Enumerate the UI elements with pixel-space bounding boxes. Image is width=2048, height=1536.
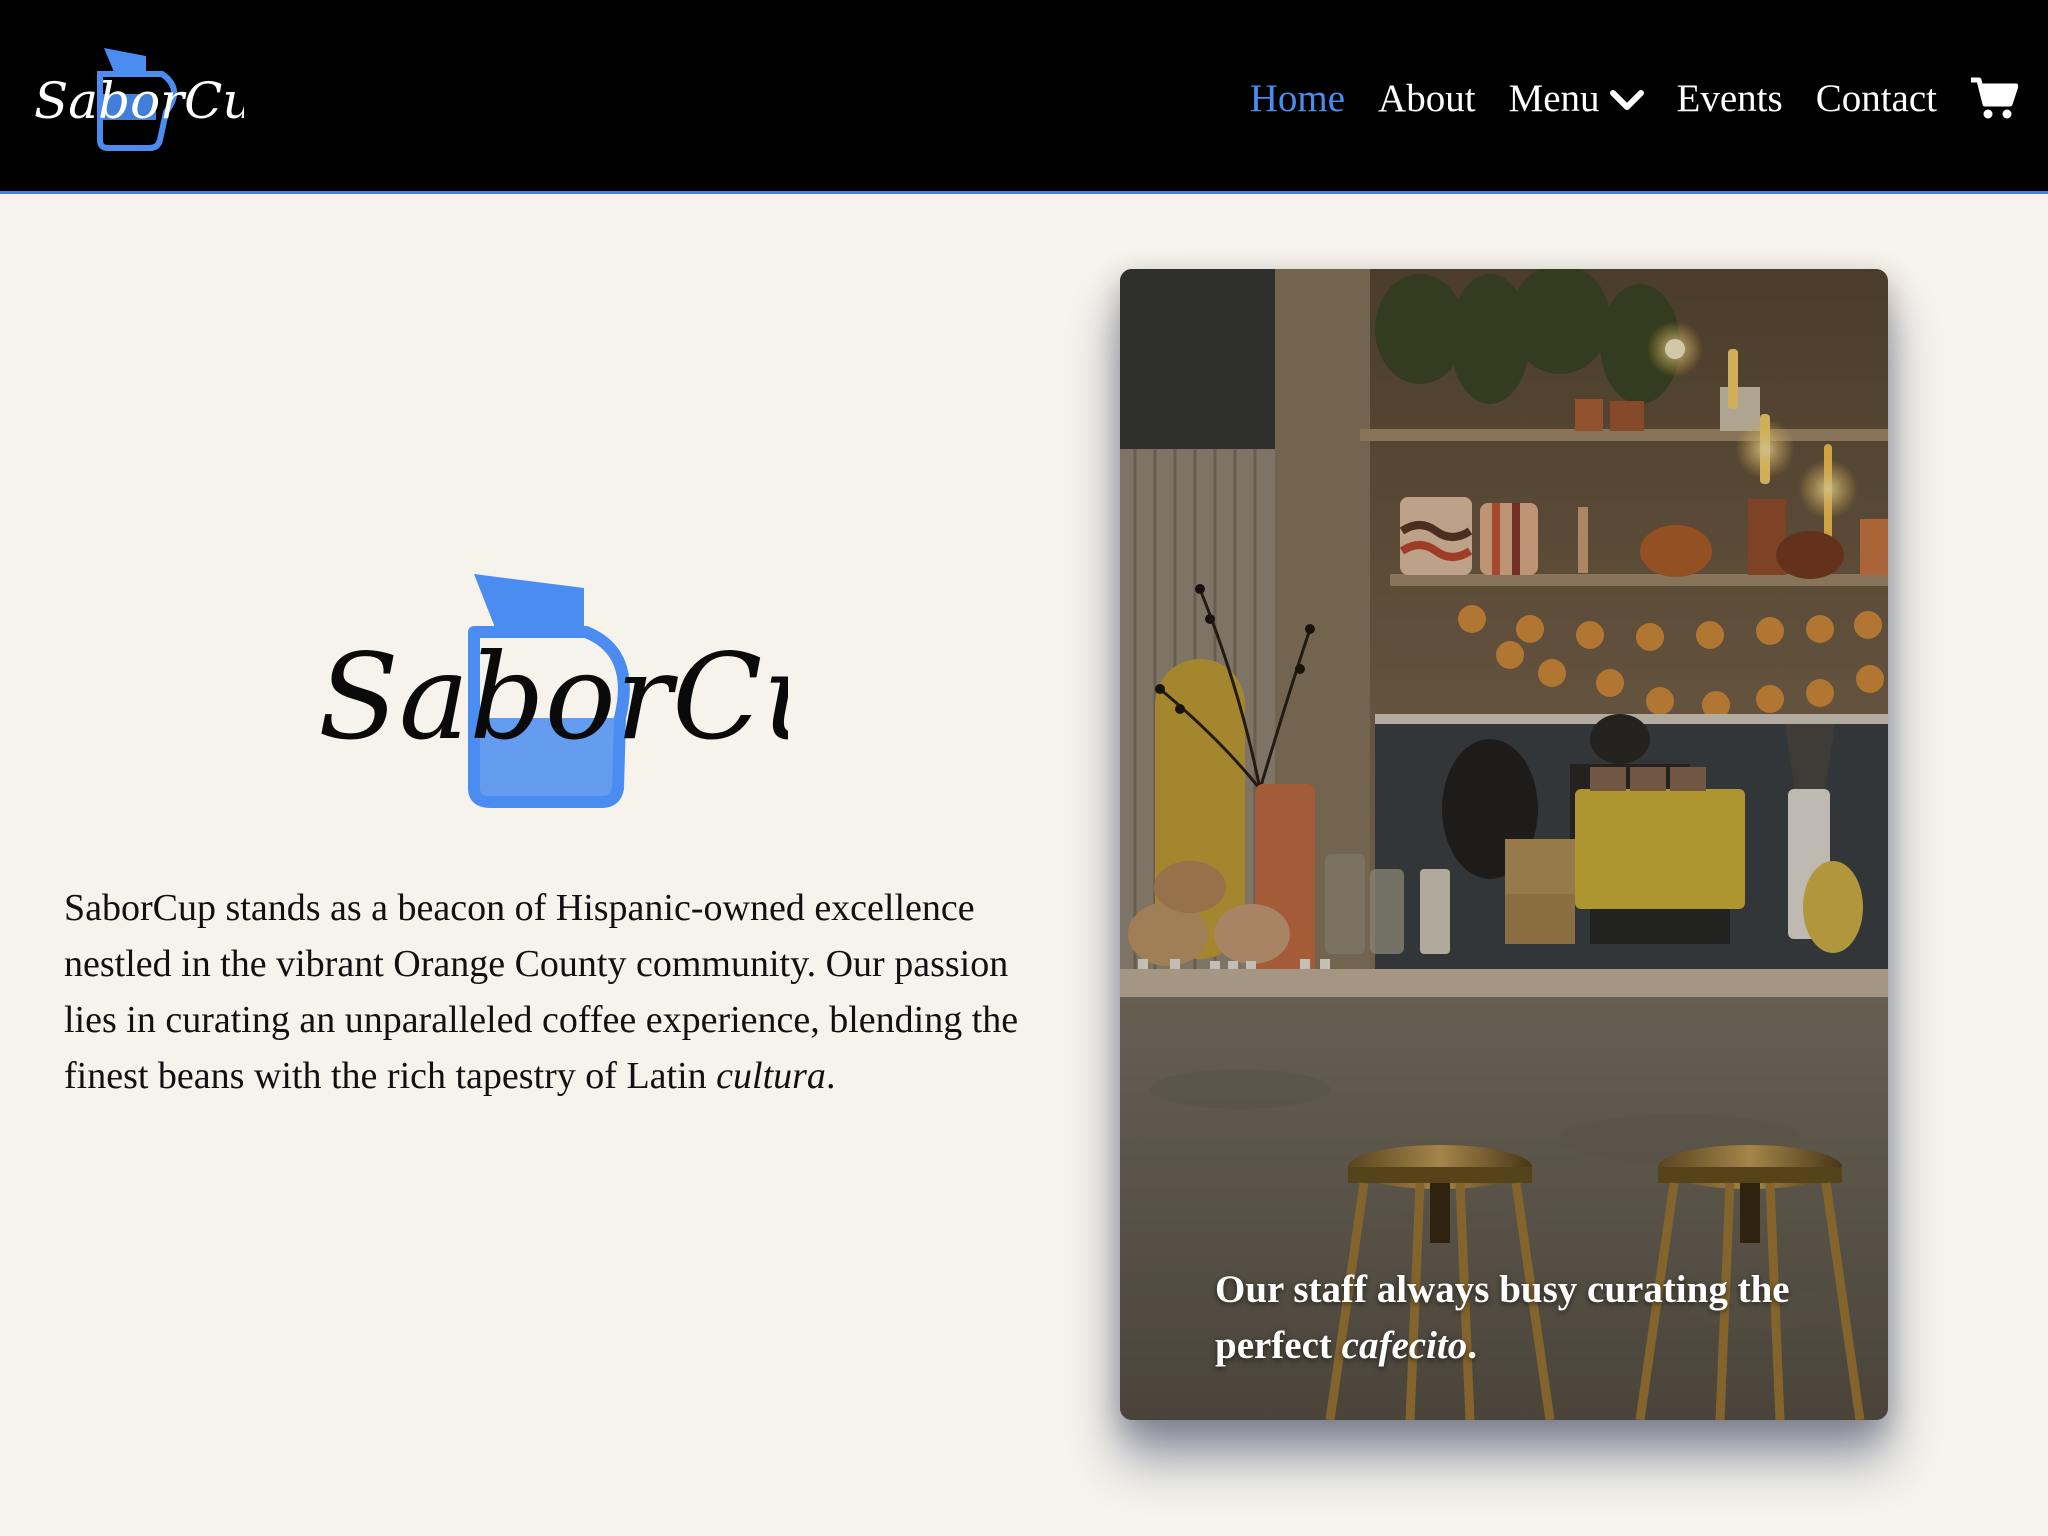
nav-item-home[interactable]: Home: [1250, 76, 1345, 121]
hero-logo-text: SaborCup: [318, 628, 788, 766]
nav-item-menu[interactable]: Menu: [1509, 76, 1644, 121]
main-nav: Home About Menu Events Contact: [1250, 70, 2018, 126]
cafe-photo-card: [1120, 269, 1888, 1420]
coffee-pot-logo-icon: SaborCup: [34, 48, 244, 151]
about-text-end: .: [825, 1055, 836, 1097]
nav-label-contact: Contact: [1815, 76, 1937, 120]
brand-logo-text: SaborCup: [34, 72, 244, 130]
shopping-cart-icon: [1971, 77, 2018, 119]
nav-item-about[interactable]: About: [1378, 76, 1476, 121]
cart-button[interactable]: [1970, 76, 2018, 120]
nav-item-contact[interactable]: Contact: [1816, 76, 1937, 121]
about-text-main: SaborCup stands as a beacon of Hispanic-…: [64, 887, 1019, 1097]
brand-logo-link[interactable]: SaborCup: [34, 44, 244, 156]
nav-item-events[interactable]: Events: [1677, 76, 1783, 121]
nav-label-about: About: [1378, 76, 1476, 120]
photo-caption-end: .: [1467, 1324, 1477, 1367]
nav-label-home: Home: [1249, 76, 1346, 120]
hero-logo: SaborCup: [318, 568, 914, 808]
photo-caption-main: Our staff always busy curating the perfe…: [1215, 1268, 1790, 1367]
top-navigation-bar: SaborCup Home About Menu Events Contact: [0, 0, 2048, 194]
nav-label-events: Events: [1676, 76, 1783, 120]
cafe-interior-photo: [1120, 269, 1888, 1420]
chevron-down-icon: [1609, 76, 1644, 121]
nav-label-menu: Menu: [1508, 76, 1600, 120]
photo-caption: Our staff always busy curating the perfe…: [1215, 1262, 1855, 1374]
photo-caption-emphasis: cafecito: [1341, 1324, 1468, 1367]
about-paragraph: SaborCup stands as a beacon of Hispanic-…: [64, 880, 1054, 1104]
about-text-emphasis: cultura: [716, 1055, 826, 1097]
coffee-pot-logo-large-icon: SaborCup: [318, 574, 914, 808]
